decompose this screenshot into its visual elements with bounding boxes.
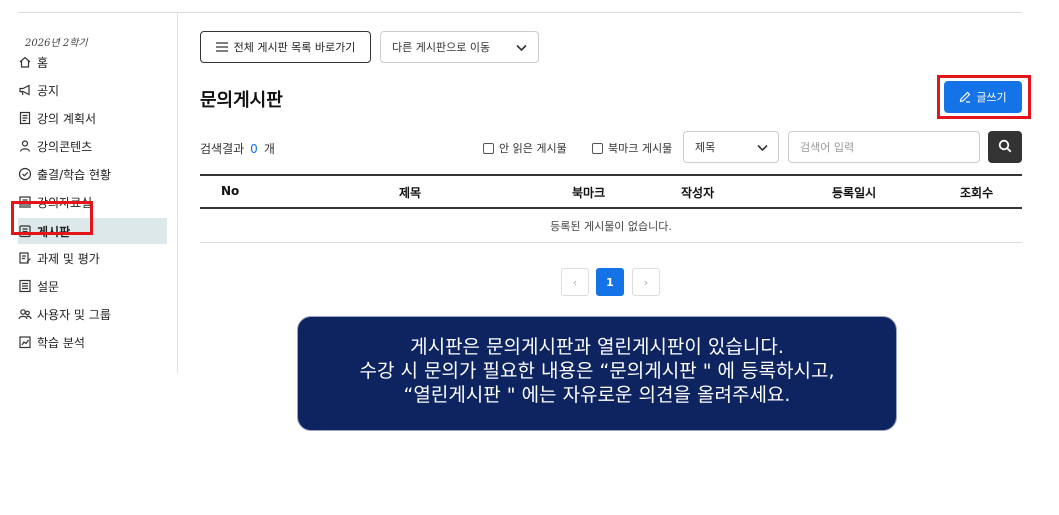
sidebar-item-contents[interactable]: 강의콘텐츠: [18, 133, 167, 159]
sidebar-item-label: 홈: [37, 55, 49, 70]
document-icon: [18, 111, 32, 125]
sidebar-item-users[interactable]: 사용자 및 그룹: [18, 301, 167, 327]
sidebar-item-label: 강의콘텐츠: [37, 139, 93, 154]
search-result: 검색결과 0 개: [200, 140, 275, 157]
users-icon: [18, 307, 32, 321]
result-unit: 개: [263, 142, 275, 156]
checkbox[interactable]: [592, 142, 603, 154]
search-icon: [998, 139, 1012, 156]
result-count: 0: [250, 142, 258, 156]
board-highlight-frame: [11, 201, 93, 235]
sidebar-item-syllabus[interactable]: 강의 계획서: [18, 105, 167, 131]
sidebar-item-label: 과제 및 평가: [37, 251, 100, 266]
search-field-select[interactable]: 제목: [683, 131, 779, 163]
search-input[interactable]: [788, 131, 980, 163]
search-button[interactable]: [988, 131, 1022, 163]
sidebar-item-survey[interactable]: 설문: [18, 273, 167, 299]
column-header-date[interactable]: 등록일시: [832, 184, 876, 201]
chevron-left-icon: ‹: [572, 275, 578, 289]
column-header-bookmark[interactable]: 북마크: [572, 184, 605, 201]
column-header-views[interactable]: 조회수: [960, 184, 993, 201]
sidebar-item-label: 설문: [37, 279, 60, 294]
assignment-icon: [18, 251, 32, 265]
guide-note-line: 게시판은 문의게시판과 열린게시판이 있습니다.: [410, 336, 784, 358]
table-empty-row: 등록된 게시물이 없습니다.: [200, 209, 1022, 243]
page-button-current[interactable]: 1: [596, 268, 624, 296]
megaphone-icon: [18, 83, 32, 97]
prev-page-button[interactable]: ‹: [561, 268, 589, 296]
board-move-label: 다른 게시판으로 이동: [392, 41, 491, 54]
home-icon: [18, 55, 32, 69]
page-title: 문의게시판: [200, 90, 283, 111]
board-move-select[interactable]: 다른 게시판으로 이동: [380, 31, 539, 63]
sidebar-item-attendance[interactable]: 출결/학습 현황: [18, 161, 167, 187]
bookmark-filter-label: 북마크 게시물: [608, 142, 673, 155]
sidebar-item-label: 강의 계획서: [37, 111, 97, 126]
chevron-down-icon: [516, 42, 527, 55]
search-field-label: 제목: [695, 141, 716, 154]
guide-note: 게시판은 문의게시판과 열린게시판이 있습니다. 수강 시 문의가 필요한 내용…: [297, 316, 897, 431]
sidebar-item-home[interactable]: 홈: [18, 49, 167, 75]
sidebar-item-label: 사용자 및 그룹: [37, 307, 111, 322]
table-header: No 제목 북마크 작성자 등록일시 조회수: [200, 174, 1022, 209]
pencil-icon: [959, 91, 971, 103]
checkbox[interactable]: [483, 142, 494, 154]
unread-filter-checkbox[interactable]: 안 읽은 게시물: [483, 140, 567, 156]
column-header-title[interactable]: 제목: [399, 184, 421, 201]
all-boards-label: 전체 게시판 목록 바로가기: [233, 41, 356, 54]
analytics-icon: [18, 335, 32, 349]
content-icon: [18, 139, 32, 153]
chevron-down-icon: [757, 142, 768, 155]
sidebar-item-analytics[interactable]: 학습 분석: [18, 329, 167, 355]
survey-icon: [18, 279, 32, 293]
bookmark-filter-checkbox[interactable]: 북마크 게시물: [592, 140, 672, 156]
menu-icon: [215, 42, 228, 52]
all-boards-button[interactable]: 전체 게시판 목록 바로가기: [200, 31, 371, 63]
sidebar-item-assignments[interactable]: 과제 및 평가: [18, 245, 167, 271]
sidebar-item-label: 공지: [37, 83, 60, 98]
guide-note-line: 수강 시 문의가 필요한 내용은 “문의게시판 " 에 등록하시고,: [359, 360, 835, 382]
semester-label: 2026년 2학기: [25, 38, 88, 49]
unread-filter-label: 안 읽은 게시물: [499, 142, 567, 155]
write-label: 글쓰기: [976, 91, 1007, 104]
check-circle-icon: [18, 167, 32, 181]
sidebar-item-notice[interactable]: 공지: [18, 77, 167, 103]
sidebar-item-label: 학습 분석: [37, 335, 85, 350]
result-label: 검색결과: [200, 142, 245, 156]
write-button[interactable]: 글쓰기: [944, 81, 1022, 113]
page-number: 1: [606, 275, 614, 289]
column-header-no[interactable]: No: [221, 184, 239, 198]
guide-note-line: “열린게시판 " 에는 자유로운 의견을 올려주세요.: [403, 384, 791, 406]
column-header-author[interactable]: 작성자: [681, 184, 714, 201]
next-page-button[interactable]: ›: [632, 268, 660, 296]
sidebar-item-label: 출결/학습 현황: [37, 167, 112, 182]
chevron-right-icon: ›: [643, 275, 649, 289]
empty-message: 등록된 게시물이 없습니다.: [550, 219, 672, 233]
